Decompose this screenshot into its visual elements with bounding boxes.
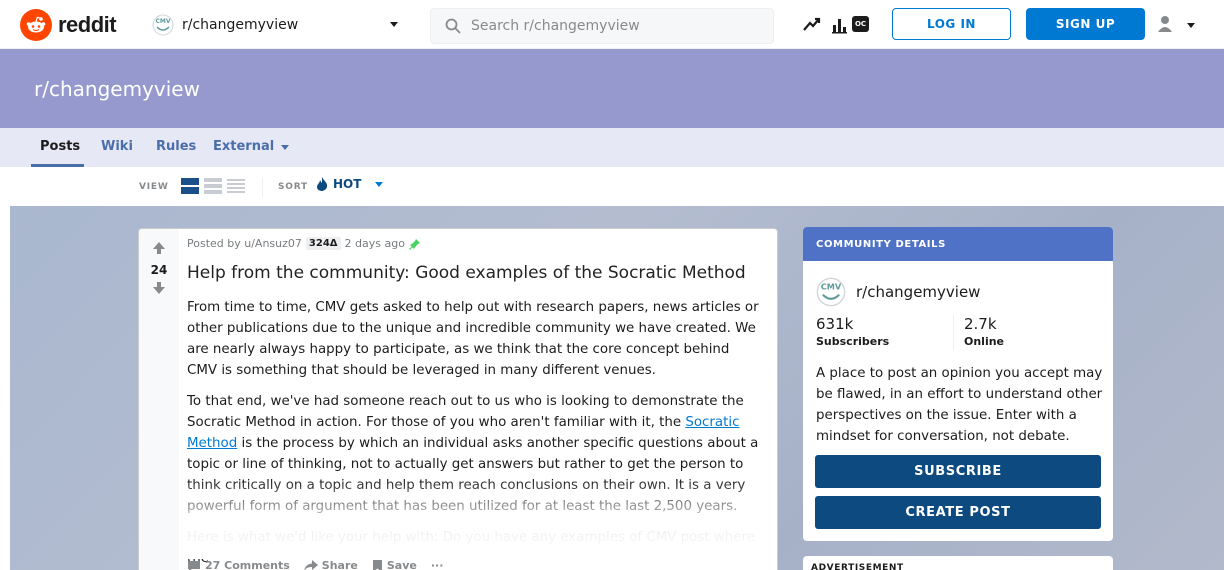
subreddit-dropdown[interactable]: CMV r/changemyview xyxy=(152,10,402,40)
compact-view-icon[interactable] xyxy=(227,178,245,195)
trending-icon[interactable] xyxy=(802,15,822,35)
banner-title: r/changemyview xyxy=(34,77,200,101)
pinned-post-card[interactable]: 24 Posted by u/Ansuz07 324Δ 2 days ago H… xyxy=(138,228,778,570)
search-input[interactable] xyxy=(471,18,751,34)
sort-dropdown[interactable]: HOT xyxy=(316,177,384,191)
text-fade-overlay xyxy=(179,479,777,559)
svg-text:CMV: CMV xyxy=(155,18,170,25)
tab-wiki[interactable]: Wiki xyxy=(101,139,133,154)
cmv-community-icon: CMV xyxy=(152,14,174,36)
save-label: Save xyxy=(386,559,417,570)
paragraph-text: To that end, we've had someone reach out… xyxy=(187,394,744,430)
subscribers-count: 631k xyxy=(816,315,854,333)
post-author[interactable]: Posted by u/Ansuz07 xyxy=(187,237,302,250)
card-view-icon[interactable] xyxy=(181,178,199,195)
community-details-widget: COMMUNITY DETAILS CMV r/changemyview 631… xyxy=(803,227,1113,541)
post-meta: Posted by u/Ansuz07 324Δ 2 days ago xyxy=(187,237,421,250)
cmv-community-icon: CMV xyxy=(816,277,846,307)
view-label: VIEW xyxy=(139,182,169,192)
user-icon xyxy=(1158,16,1172,32)
svg-text:CMV: CMV xyxy=(821,281,842,291)
online-label: Online xyxy=(964,335,1005,348)
subscribers-label: Subscribers xyxy=(816,335,890,348)
sort-label: SORT xyxy=(278,182,308,192)
signup-button[interactable]: SIGN UP xyxy=(1026,8,1145,40)
oc-icon[interactable]: OC xyxy=(852,16,869,32)
vote-count: 24 xyxy=(150,263,168,277)
reddit-alien-icon xyxy=(20,9,52,41)
reddit-logo[interactable]: reddit xyxy=(20,9,117,41)
divider xyxy=(262,177,263,197)
post-title[interactable]: Help from the community: Good examples o… xyxy=(187,263,767,283)
pin-icon xyxy=(409,238,420,250)
post-time[interactable]: 2 days ago xyxy=(345,237,405,250)
more-options-button[interactable]: ··· xyxy=(431,559,444,570)
post-paragraph: From time to time, CMV gets asked to hel… xyxy=(187,300,759,378)
chevron-down-icon xyxy=(390,22,398,27)
classic-view-icon[interactable] xyxy=(204,178,222,195)
community-link[interactable]: CMV r/changemyview xyxy=(816,277,980,307)
search-icon xyxy=(445,18,461,34)
top-header: reddit CMV r/changemyview OC LOG IN SIGN… xyxy=(0,0,1224,49)
user-flair: 324Δ xyxy=(305,237,341,250)
login-button[interactable]: LOG IN xyxy=(892,8,1011,40)
sort-bar: VIEW SORT HOT xyxy=(0,167,1224,206)
subscribers-stat: 631k Subscribers xyxy=(816,315,953,351)
upvote-icon[interactable] xyxy=(152,241,166,255)
post-actions: 27 Comments Share Save ··· xyxy=(187,559,443,570)
chevron-down-icon xyxy=(281,144,290,150)
user-menu-dropdown[interactable] xyxy=(1155,14,1205,36)
downvote-icon[interactable] xyxy=(152,281,166,295)
comments-label: 27 Comments xyxy=(205,559,290,570)
online-count: 2.7k xyxy=(964,315,997,333)
share-label: Share xyxy=(321,559,358,570)
community-name: r/changemyview xyxy=(856,283,981,301)
bookmark-icon xyxy=(372,559,382,570)
share-icon xyxy=(303,559,318,570)
search-bar[interactable] xyxy=(430,8,774,44)
subreddit-banner: r/changemyview xyxy=(0,49,1224,128)
widget-header: COMMUNITY DETAILS xyxy=(803,227,1113,261)
tab-posts[interactable]: Posts xyxy=(40,139,80,154)
stats-icon[interactable] xyxy=(830,15,850,35)
advertisement-label: ADVERTISEMENT xyxy=(803,556,1113,570)
community-description: A place to post an opinion you accept ma… xyxy=(816,366,1103,444)
tab-external-label: External xyxy=(213,139,275,154)
divider xyxy=(953,315,954,351)
save-button[interactable]: Save xyxy=(372,559,417,570)
online-stat: 2.7k Online xyxy=(964,315,1101,351)
subscribe-button[interactable]: SUBSCRIBE xyxy=(815,455,1101,488)
tab-external[interactable]: External xyxy=(213,139,290,154)
subreddit-dropdown-label: r/changemyview xyxy=(182,17,299,33)
flame-icon xyxy=(317,177,328,191)
reddit-wordmark: reddit xyxy=(58,12,117,37)
sort-value: HOT xyxy=(333,177,362,191)
tab-rules[interactable]: Rules xyxy=(156,139,196,154)
subreddit-nav: Posts Wiki Rules External xyxy=(0,128,1224,167)
chevron-down-icon xyxy=(375,182,384,187)
community-stats: 631k Subscribers 2.7k Online xyxy=(816,315,1101,351)
comments-button[interactable]: 27 Comments xyxy=(187,559,290,570)
share-button[interactable]: Share xyxy=(303,559,358,570)
comment-icon xyxy=(188,560,200,570)
create-post-button[interactable]: CREATE POST xyxy=(815,496,1101,529)
vote-column: 24 xyxy=(139,229,179,570)
chevron-down-icon xyxy=(1187,23,1195,28)
